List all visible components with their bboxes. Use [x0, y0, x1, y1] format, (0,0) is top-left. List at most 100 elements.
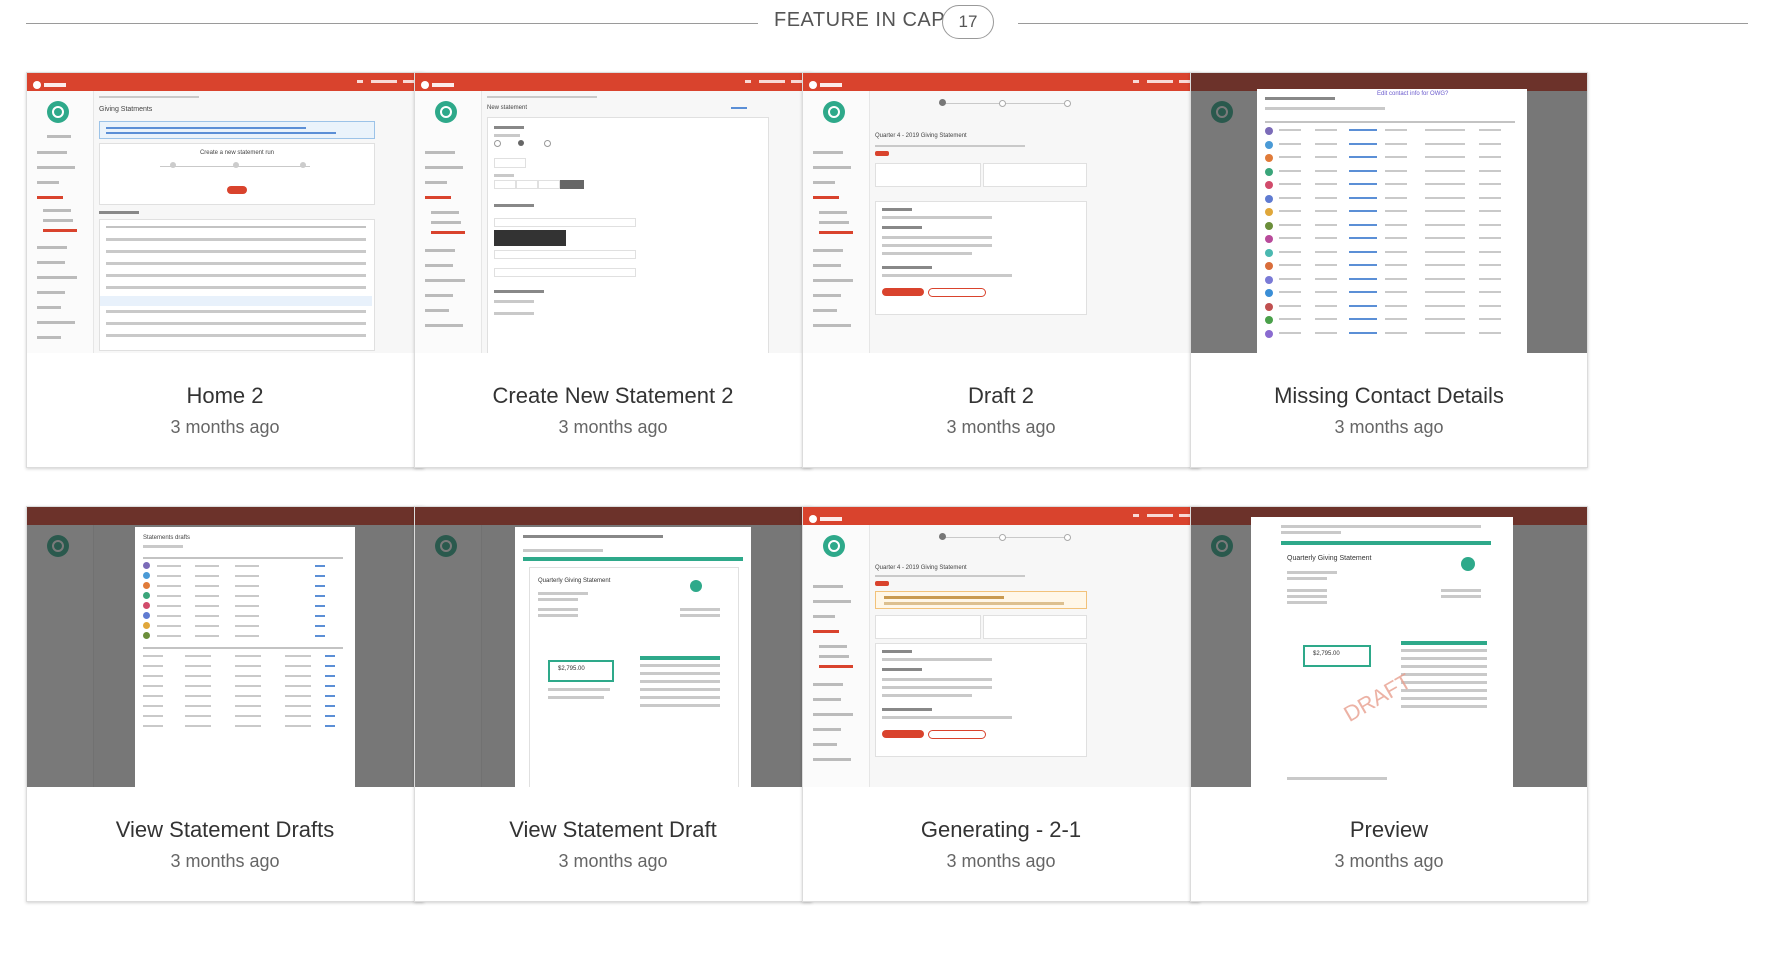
- contact-avatar: [1265, 235, 1273, 243]
- missing-contacts-modal: Edit contact info for OWG?: [1257, 89, 1527, 353]
- donor-avatar: [143, 632, 150, 639]
- screen-updated-time: 3 months ago: [946, 851, 1056, 871]
- generating-button[interactable]: [882, 730, 924, 738]
- app-sidebar: [27, 91, 94, 353]
- drafts-modal-title: Statements drafts: [143, 535, 191, 541]
- pushpay-logo: [421, 76, 455, 89]
- app-main: New statement: [481, 91, 811, 353]
- contact-avatar: [1265, 127, 1273, 135]
- screen-updated-time: 3 months ago: [170, 417, 280, 437]
- donor-avatar: [143, 572, 150, 579]
- screen-name[interactable]: Create New Statement 2: [415, 383, 811, 409]
- screen-thumbnail[interactable]: Giving Statments Create a new statement …: [27, 73, 423, 353]
- screen-name[interactable]: Home 2: [27, 383, 423, 409]
- screen-thumbnail[interactable]: Quarter 4 - 2019 Giving Statement: [803, 73, 1199, 353]
- contact-avatar: [1265, 208, 1273, 216]
- contact-avatar: [1265, 316, 1273, 324]
- church-avatar: [47, 101, 69, 123]
- start-button[interactable]: [227, 186, 247, 194]
- screen-updated-time: 3 months ago: [558, 851, 668, 871]
- screen-name[interactable]: Missing Contact Details: [1191, 383, 1587, 409]
- app-main: Giving Statments Create a new statement …: [93, 91, 423, 353]
- donor-avatar: [143, 562, 150, 569]
- app-sidebar: [803, 525, 870, 787]
- screen-card[interactable]: New statement Create New Statement 2 3 m…: [414, 72, 812, 468]
- contact-avatar: [1265, 167, 1273, 176]
- screen-name[interactable]: View Statement Drafts: [27, 817, 423, 843]
- screen-thumbnail[interactable]: Statements drafts: [27, 507, 423, 787]
- section-title: FEATURE IN CAP: [774, 9, 946, 31]
- screen-card[interactable]: Quarter 4 - 2019 Giving Statement: [802, 72, 1200, 468]
- donor-avatar: [143, 622, 150, 629]
- app-main: Quarter 4 - 2019 Giving Statement: [869, 525, 1199, 787]
- contact-avatar: [1265, 248, 1273, 257]
- app-topbar: [27, 73, 423, 91]
- donor-avatar: [143, 602, 150, 609]
- screen-card[interactable]: Giving Statments Create a new statement …: [26, 72, 424, 468]
- screen-thumbnail[interactable]: Quarter 4 - 2019 Giving Statement: [803, 507, 1199, 787]
- church-avatar: [435, 101, 457, 123]
- section-header: FEATURE IN CAP 17: [26, 0, 1748, 44]
- app-sidebar: [415, 91, 482, 353]
- contact-avatar: [1265, 154, 1273, 162]
- contact-avatar: [1265, 302, 1273, 311]
- screen-thumbnail[interactable]: Edit contact info for OWG?: [1191, 73, 1587, 353]
- church-avatar: [823, 535, 845, 557]
- pushpay-logo: [809, 510, 843, 523]
- app-topbar: [803, 507, 1199, 525]
- statement-title: Quarterly Giving Statement: [1287, 555, 1372, 562]
- amount-box: $2,795.00: [1313, 651, 1340, 657]
- donor-avatar: [143, 582, 150, 589]
- screen-updated-time: 3 months ago: [558, 417, 668, 437]
- pushpay-logo: [809, 76, 843, 89]
- screen-thumbnail[interactable]: New statement: [415, 73, 811, 353]
- pushpay-logo: [33, 76, 67, 89]
- screen-thumbnail[interactable]: Quarterly Giving Statement $2,795.00: [415, 507, 811, 787]
- generate-button[interactable]: [882, 288, 924, 296]
- statement-draft-modal: Quarterly Giving Statement $2,795.00: [515, 527, 751, 787]
- new-statement-heading: New statement: [487, 105, 528, 111]
- edit-contact-link[interactable]: Edit contact info for OWG?: [1377, 91, 1448, 97]
- page-heading: Giving Statments: [99, 106, 153, 113]
- screen-name[interactable]: Preview: [1191, 817, 1587, 843]
- drafts-modal: Statements drafts: [135, 527, 355, 787]
- contact-avatar: [1265, 140, 1273, 149]
- preview-example-button[interactable]: [928, 730, 986, 739]
- screen-thumbnail[interactable]: Quarterly Giving Statement $2,795.00: [1191, 507, 1587, 787]
- contact-avatar: [1265, 275, 1273, 284]
- contact-avatar: [1265, 262, 1273, 270]
- screen-card[interactable]: Statements drafts View Statement Drafts …: [26, 506, 424, 902]
- amount-box: $2,795.00: [558, 666, 585, 672]
- statement-title: Quarterly Giving Statement: [538, 578, 611, 584]
- screen-card[interactable]: Quarterly Giving Statement $2,795.00: [1190, 506, 1588, 902]
- screen-card[interactable]: Quarterly Giving Statement $2,795.00: [414, 506, 812, 902]
- generating-notice: [875, 591, 1087, 609]
- app-main: Quarter 4 - 2019 Giving Statement: [869, 91, 1199, 353]
- contact-avatar: [1265, 181, 1273, 189]
- app-topbar: [415, 73, 811, 91]
- contact-avatar: [1265, 289, 1273, 297]
- header-rule-right: [1018, 23, 1748, 24]
- contact-avatar: [1265, 329, 1273, 338]
- donor-avatar: [143, 592, 150, 599]
- screen-count-badge: 17: [942, 5, 994, 39]
- screen-card[interactable]: Quarter 4 - 2019 Giving Statement: [802, 506, 1200, 902]
- draft-badge: [875, 581, 889, 586]
- contact-avatar: [1265, 194, 1273, 203]
- contact-avatar: [1265, 221, 1273, 230]
- draft-title: Quarter 4 - 2019 Giving Statement: [875, 565, 967, 571]
- screen-updated-time: 3 months ago: [1334, 417, 1444, 437]
- screen-name[interactable]: Draft 2: [803, 383, 1199, 409]
- screen-updated-time: 3 months ago: [946, 417, 1056, 437]
- app-topbar: [803, 73, 1199, 91]
- screen-card[interactable]: Edit contact info for OWG? Missing Conta…: [1190, 72, 1588, 468]
- church-avatar: [823, 101, 845, 123]
- screen-name[interactable]: Generating - 2-1: [803, 817, 1199, 843]
- preview-modal: Quarterly Giving Statement $2,795.00 DRA…: [1251, 517, 1513, 787]
- header-rule-left: [26, 23, 758, 24]
- donor-avatar: [143, 612, 150, 619]
- screen-name[interactable]: View Statement Draft: [415, 817, 811, 843]
- screen-updated-time: 3 months ago: [170, 851, 280, 871]
- screen-updated-time: 3 months ago: [1334, 851, 1444, 871]
- preview-example-button[interactable]: [928, 288, 986, 297]
